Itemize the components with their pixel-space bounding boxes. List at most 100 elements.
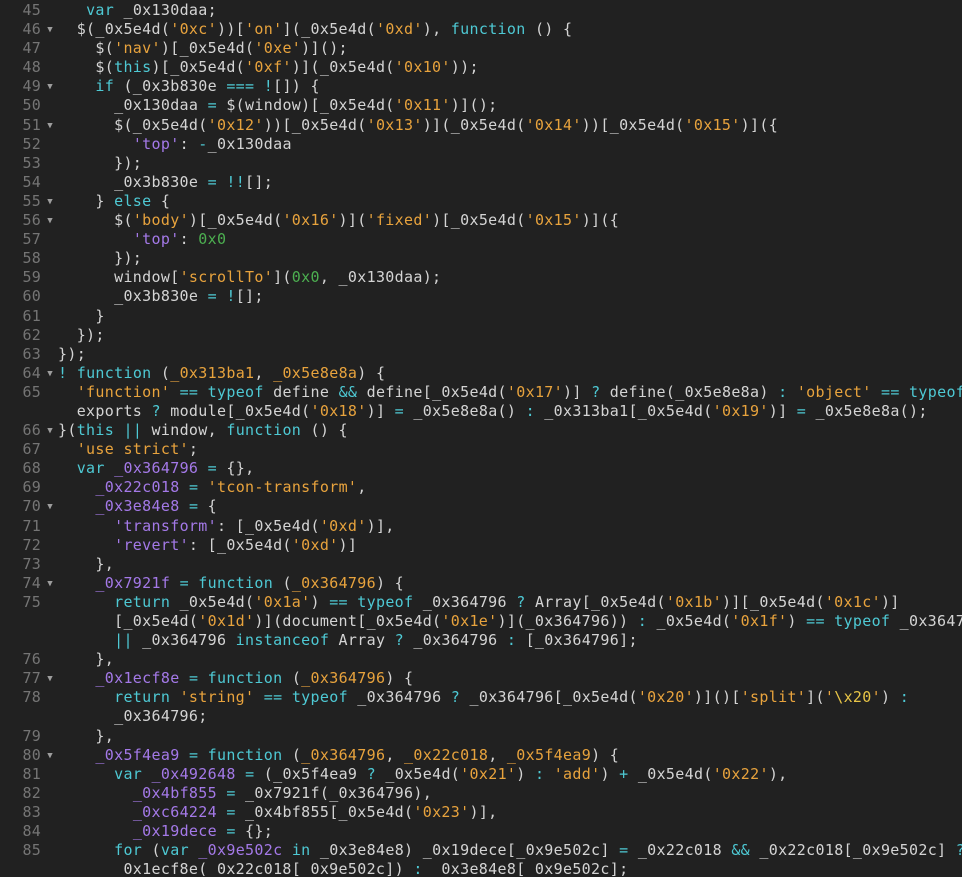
fold-arrow-icon[interactable]: ▼: [44, 211, 56, 231]
code-text[interactable]: _0x3e84e8 = {: [58, 497, 962, 516]
code-text[interactable]: return 'string' == typeof _0x364796 ? _0…: [58, 688, 962, 707]
code-text[interactable]: });: [58, 249, 962, 268]
code-text[interactable]: 'use strict';: [58, 440, 962, 459]
code-text[interactable]: var _0x130daa;: [58, 1, 962, 20]
code-line[interactable]: 51 ▼ $(_0x5e4d('0x12'))[_0x5e4d('0x13')](…: [0, 115, 962, 136]
code-line[interactable]: 45▼ var _0x130daa;: [0, 1, 962, 21]
code-text[interactable]: },: [58, 555, 962, 574]
code-line[interactable]: ▼ || _0x364796 instanceof Array ? _0x364…: [0, 631, 962, 651]
fold-arrow-icon[interactable]: ▼: [44, 421, 56, 441]
code-line[interactable]: 78▼ return 'string' == typeof _0x364796 …: [0, 688, 962, 708]
code-line[interactable]: 85▼ for (var _0x9e502c in _0x3e84e8) _0x…: [0, 841, 962, 861]
code-line[interactable]: 84▼ _0x19dece = {};: [0, 822, 962, 842]
code-line[interactable]: 72▼ 'revert': [_0x5e4d('0xd')]: [0, 535, 962, 555]
code-line[interactable]: 61▼ }: [0, 306, 962, 326]
fold-arrow-icon[interactable]: ▼: [44, 497, 56, 517]
code-line[interactable]: 62▼ });: [0, 325, 962, 345]
code-text[interactable]: },: [58, 727, 962, 746]
code-line[interactable]: 76▼ },: [0, 650, 962, 670]
code-text[interactable]: _0x22c018 = 'tcon-transform',: [58, 478, 962, 497]
code-text[interactable]: 'top': 0x0: [58, 230, 962, 249]
code-line[interactable]: 79▼ },: [0, 726, 962, 746]
code-text[interactable]: _0x5f4ea9 = function (_0x364796, _0x22c0…: [58, 746, 962, 765]
code-line[interactable]: 56 ▼ $('body')[_0x5e4d('0x16')]('fixed')[…: [0, 211, 962, 231]
code-line[interactable]: 57▼ 'top': 0x0: [0, 230, 962, 250]
code-text[interactable]: 'top': -_0x130daa: [58, 135, 962, 154]
code-text[interactable]: var _0x492648 = (_0x5f4ea9 ? _0x5e4d('0x…: [58, 765, 962, 784]
code-line[interactable]: 71▼ 'transform': [_0x5e4d('0xd')],: [0, 516, 962, 536]
code-text[interactable]: _0x364796;: [58, 707, 962, 726]
code-text[interactable]: _0x130daa = $(window)[_0x5e4d('0x11')]()…: [58, 96, 962, 115]
code-text[interactable]: }(this || window, function () {: [58, 421, 962, 440]
code-text[interactable]: var _0x364796 = {},: [58, 459, 962, 478]
fold-arrow-icon[interactable]: ▼: [44, 574, 56, 594]
code-text[interactable]: _0xc64224 = _0x4bf855[_0x5e4d('0x23')],: [58, 803, 962, 822]
code-text[interactable]: 'transform': [_0x5e4d('0xd')],: [58, 517, 962, 536]
code-text[interactable]: window['scrollTo'](0x0, _0x130daa);: [58, 268, 962, 287]
code-text[interactable]: _0x7921f = function (_0x364796) {: [58, 574, 962, 593]
code-line[interactable]: 63▼});: [0, 344, 962, 364]
code-line[interactable]: 70 ▼ _0x3e84e8 = {: [0, 497, 962, 517]
fold-arrow-icon[interactable]: ▼: [44, 20, 56, 40]
code-line[interactable]: 73▼ },: [0, 554, 962, 574]
code-line[interactable]: 65▼ 'function' == typeof define && defin…: [0, 382, 962, 402]
code-text[interactable]: });: [58, 345, 962, 364]
code-text[interactable]: 'revert': [_0x5e4d('0xd')]: [58, 536, 962, 555]
code-line[interactable]: 54▼ _0x3b830e = !![];: [0, 172, 962, 192]
code-text[interactable]: $(_0x5e4d('0xc'))['on'](_0x5e4d('0xd'), …: [58, 20, 962, 39]
fold-arrow-icon[interactable]: ▼: [44, 77, 56, 97]
code-line[interactable]: ▼ _0x1ecf8e(_0x22c018[_0x9e502c]) : _0x3…: [0, 860, 962, 877]
code-line[interactable]: 75▼ return _0x5e4d('0x1a') == typeof _0x…: [0, 592, 962, 612]
code-line[interactable]: 58▼ });: [0, 249, 962, 269]
code-line[interactable]: 49 ▼ if (_0x3b830e === ![]) {: [0, 77, 962, 97]
code-line[interactable]: 82▼ _0x4bf855 = _0x7921f(_0x364796),: [0, 783, 962, 803]
code-line[interactable]: 52▼ 'top': -_0x130daa: [0, 134, 962, 154]
code-line[interactable]: ▼ [_0x5e4d('0x1d')](document[_0x5e4d('0x…: [0, 612, 962, 632]
code-text[interactable]: _0x19dece = {};: [58, 822, 962, 841]
code-line[interactable]: 74 ▼ _0x7921f = function (_0x364796) {: [0, 573, 962, 594]
code-text[interactable]: $(_0x5e4d('0x12'))[_0x5e4d('0x13')](_0x5…: [58, 116, 962, 135]
code-text[interactable]: });: [58, 154, 962, 173]
code-text[interactable]: },: [58, 650, 962, 669]
code-line[interactable]: 47▼ $('nav')[_0x5e4d('0xe')]();: [0, 39, 962, 59]
code-text[interactable]: _0x3b830e = !![];: [58, 173, 962, 192]
code-line[interactable]: ▼ _0x364796;: [0, 707, 962, 727]
code-text[interactable]: _0x1ecf8e(_0x22c018[_0x9e502c]) : _0x3e8…: [58, 860, 962, 877]
code-text[interactable]: for (var _0x9e502c in _0x3e84e8) _0x19de…: [58, 841, 962, 860]
fold-arrow-icon[interactable]: ▼: [44, 116, 56, 136]
code-line[interactable]: 81▼ var _0x492648 = (_0x5f4ea9 ? _0x5e4d…: [0, 764, 962, 784]
code-text[interactable]: [_0x5e4d('0x1d')](document[_0x5e4d('0x1e…: [58, 612, 962, 631]
code-line[interactable]: 59▼ window['scrollTo'](0x0, _0x130daa);: [0, 268, 962, 288]
code-line[interactable]: 53▼ });: [0, 153, 962, 173]
code-line[interactable]: 60▼ _0x3b830e = ![];: [0, 287, 962, 307]
code-line[interactable]: ▼ exports ? module[_0x5e4d('0x18')] = _0…: [0, 401, 962, 422]
code-text[interactable]: if (_0x3b830e === ![]) {: [58, 77, 962, 96]
code-text[interactable]: return _0x5e4d('0x1a') == typeof _0x3647…: [58, 593, 962, 612]
code-text[interactable]: $('nav')[_0x5e4d('0xe')]();: [58, 39, 962, 58]
code-text[interactable]: } else {: [58, 192, 962, 211]
code-text[interactable]: $(this)[_0x5e4d('0xf')](_0x5e4d('0x10'))…: [58, 58, 962, 77]
code-line[interactable]: 80 ▼ _0x5f4ea9 = function (_0x364796, _0x…: [0, 745, 962, 765]
code-line[interactable]: 77 ▼ _0x1ecf8e = function (_0x364796) {: [0, 669, 962, 689]
code-text[interactable]: _0x4bf855 = _0x7921f(_0x364796),: [58, 784, 962, 803]
code-line[interactable]: 46 ▼ $(_0x5e4d('0xc'))['on'](_0x5e4d('0xd…: [0, 20, 962, 40]
code-line[interactable]: 64 ▼! function (_0x313ba1, _0x5e8e8a) {: [0, 363, 962, 384]
code-text[interactable]: }: [58, 307, 962, 326]
code-line[interactable]: 55 ▼ } else {: [0, 191, 962, 212]
code-text[interactable]: exports ? module[_0x5e4d('0x18')] = _0x5…: [58, 402, 962, 421]
code-text[interactable]: || _0x364796 instanceof Array ? _0x36479…: [58, 631, 962, 650]
code-text[interactable]: _0x3b830e = ![];: [58, 287, 962, 306]
code-editor[interactable]: 45▼ var _0x130daa;46▼ $(_0x5e4d('0xc'))[…: [0, 0, 962, 877]
code-line[interactable]: 69▼ _0x22c018 = 'tcon-transform',: [0, 478, 962, 498]
code-line[interactable]: 68▼ var _0x364796 = {},: [0, 459, 962, 479]
code-line[interactable]: 83▼ _0xc64224 = _0x4bf855[_0x5e4d('0x23'…: [0, 802, 962, 823]
code-text[interactable]: $('body')[_0x5e4d('0x16')]('fixed')[_0x5…: [58, 211, 962, 230]
code-text[interactable]: ! function (_0x313ba1, _0x5e8e8a) {: [58, 364, 962, 383]
code-line[interactable]: 67▼ 'use strict';: [0, 440, 962, 460]
code-line[interactable]: 48▼ $(this)[_0x5e4d('0xf')](_0x5e4d('0x1…: [0, 58, 962, 78]
code-line[interactable]: 66 ▼}(this || window, function () {: [0, 421, 962, 441]
code-lines-container[interactable]: 45▼ var _0x130daa;46▼ $(_0x5e4d('0xc'))[…: [0, 1, 962, 877]
fold-arrow-icon[interactable]: ▼: [44, 669, 56, 689]
fold-arrow-icon[interactable]: ▼: [44, 364, 56, 384]
code-text[interactable]: 'function' == typeof define && define[_0…: [58, 383, 962, 402]
